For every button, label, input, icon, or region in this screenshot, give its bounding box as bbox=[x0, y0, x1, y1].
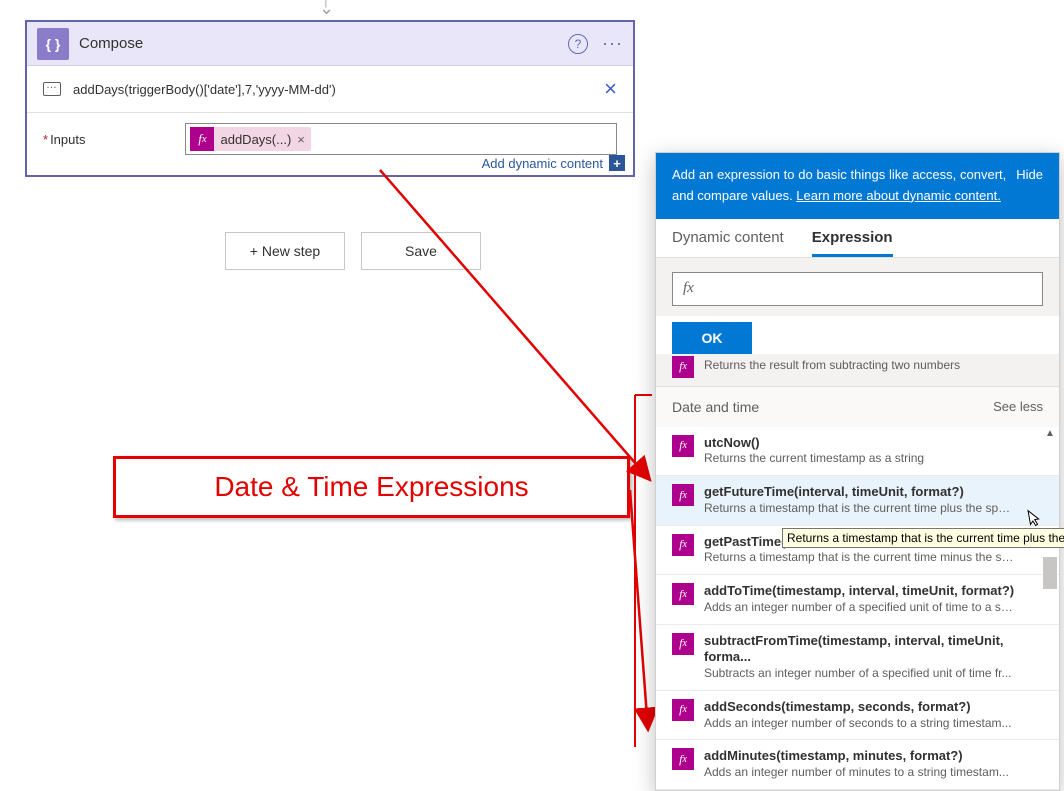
prev-function-desc: Returns the result from subtracting two … bbox=[704, 358, 960, 372]
function-item-addminutes[interactable]: fx addMinutes(timestamp, minutes, format… bbox=[656, 740, 1059, 789]
comment-icon bbox=[43, 82, 61, 96]
scroll-up-arrow[interactable]: ▲ bbox=[1043, 427, 1057, 441]
fx-icon: fx bbox=[672, 633, 694, 655]
plus-icon: + bbox=[609, 155, 625, 171]
fx-input-wrap: fx bbox=[656, 258, 1059, 316]
flow-arrow-down: │ ⌄ bbox=[319, 0, 334, 13]
learn-more-link[interactable]: Learn more about dynamic content. bbox=[796, 188, 1001, 203]
function-item-subtractfromtime[interactable]: fx subtractFromTime(timestamp, interval,… bbox=[656, 625, 1059, 691]
action-buttons: + New step Save bbox=[225, 232, 481, 270]
section-title: Date and time bbox=[672, 399, 759, 415]
panel-header: Add an expression to do basic things lik… bbox=[656, 153, 1059, 219]
scrollbar-thumb[interactable] bbox=[1043, 557, 1057, 589]
inputs-label: *Inputs bbox=[43, 132, 85, 147]
inputs-row: *Inputs fx addDays(...) × Add dynamic co… bbox=[27, 113, 633, 175]
expression-input[interactable]: fx bbox=[672, 272, 1043, 306]
hide-panel-button[interactable]: Hide bbox=[1016, 165, 1043, 207]
help-icon[interactable]: ? bbox=[568, 34, 588, 54]
save-button[interactable]: Save bbox=[361, 232, 481, 270]
fx-icon: fx bbox=[672, 748, 694, 770]
annotation-text: Date & Time Expressions bbox=[214, 471, 528, 503]
see-less-link[interactable]: See less bbox=[993, 399, 1043, 414]
tab-dynamic-content[interactable]: Dynamic content bbox=[672, 229, 784, 257]
add-dynamic-content-link[interactable]: Add dynamic content + bbox=[482, 155, 625, 171]
fx-icon: fx bbox=[672, 534, 694, 556]
function-list: ▲ fx utcNow() Returns the current timest… bbox=[656, 427, 1059, 790]
remove-pill-icon[interactable]: × bbox=[297, 132, 305, 147]
expression-pill[interactable]: fx addDays(...) × bbox=[190, 127, 310, 151]
compose-icon: { } bbox=[37, 28, 69, 60]
close-icon[interactable]: × bbox=[604, 76, 617, 102]
new-step-button[interactable]: + New step bbox=[225, 232, 345, 270]
hover-tooltip: Returns a timestamp that is the current … bbox=[782, 528, 1064, 548]
compose-action-card: { } Compose ? ··· addDays(triggerBody()[… bbox=[25, 20, 635, 177]
expression-preview-row: addDays(triggerBody()['date'],7,'yyyy-MM… bbox=[27, 66, 633, 113]
inputs-field[interactable]: fx addDays(...) × bbox=[185, 123, 617, 155]
expression-preview-text: addDays(triggerBody()['date'],7,'yyyy-MM… bbox=[73, 82, 604, 97]
function-item-addtotime[interactable]: fx addToTime(timestamp, interval, timeUn… bbox=[656, 575, 1059, 624]
fx-icon: fx bbox=[672, 484, 694, 506]
compose-title: Compose bbox=[79, 35, 568, 52]
panel-tabs: Dynamic content Expression bbox=[656, 219, 1059, 258]
compose-header[interactable]: { } Compose ? ··· bbox=[27, 22, 633, 66]
tab-expression[interactable]: Expression bbox=[812, 229, 893, 257]
fx-icon: fx bbox=[672, 435, 694, 457]
fx-icon: fx bbox=[672, 356, 694, 378]
more-menu-icon[interactable]: ··· bbox=[602, 33, 623, 54]
fx-icon: fx bbox=[672, 699, 694, 721]
fx-icon: fx bbox=[672, 583, 694, 605]
fx-icon: fx bbox=[190, 127, 214, 151]
previous-function-item[interactable]: fx Returns the result from subtracting t… bbox=[656, 354, 1059, 387]
function-item-addseconds[interactable]: fx addSeconds(timestamp, seconds, format… bbox=[656, 691, 1059, 740]
annotation-callout: Date & Time Expressions bbox=[113, 456, 630, 518]
function-item-utcnow[interactable]: fx utcNow() Returns the current timestam… bbox=[656, 427, 1059, 476]
ok-button[interactable]: OK bbox=[672, 322, 752, 354]
function-item-getfuturetime[interactable]: fx getFutureTime(interval, timeUnit, for… bbox=[656, 476, 1059, 525]
expression-panel: Add an expression to do basic things lik… bbox=[655, 152, 1060, 791]
section-date-time: Date and time See less bbox=[656, 387, 1059, 427]
